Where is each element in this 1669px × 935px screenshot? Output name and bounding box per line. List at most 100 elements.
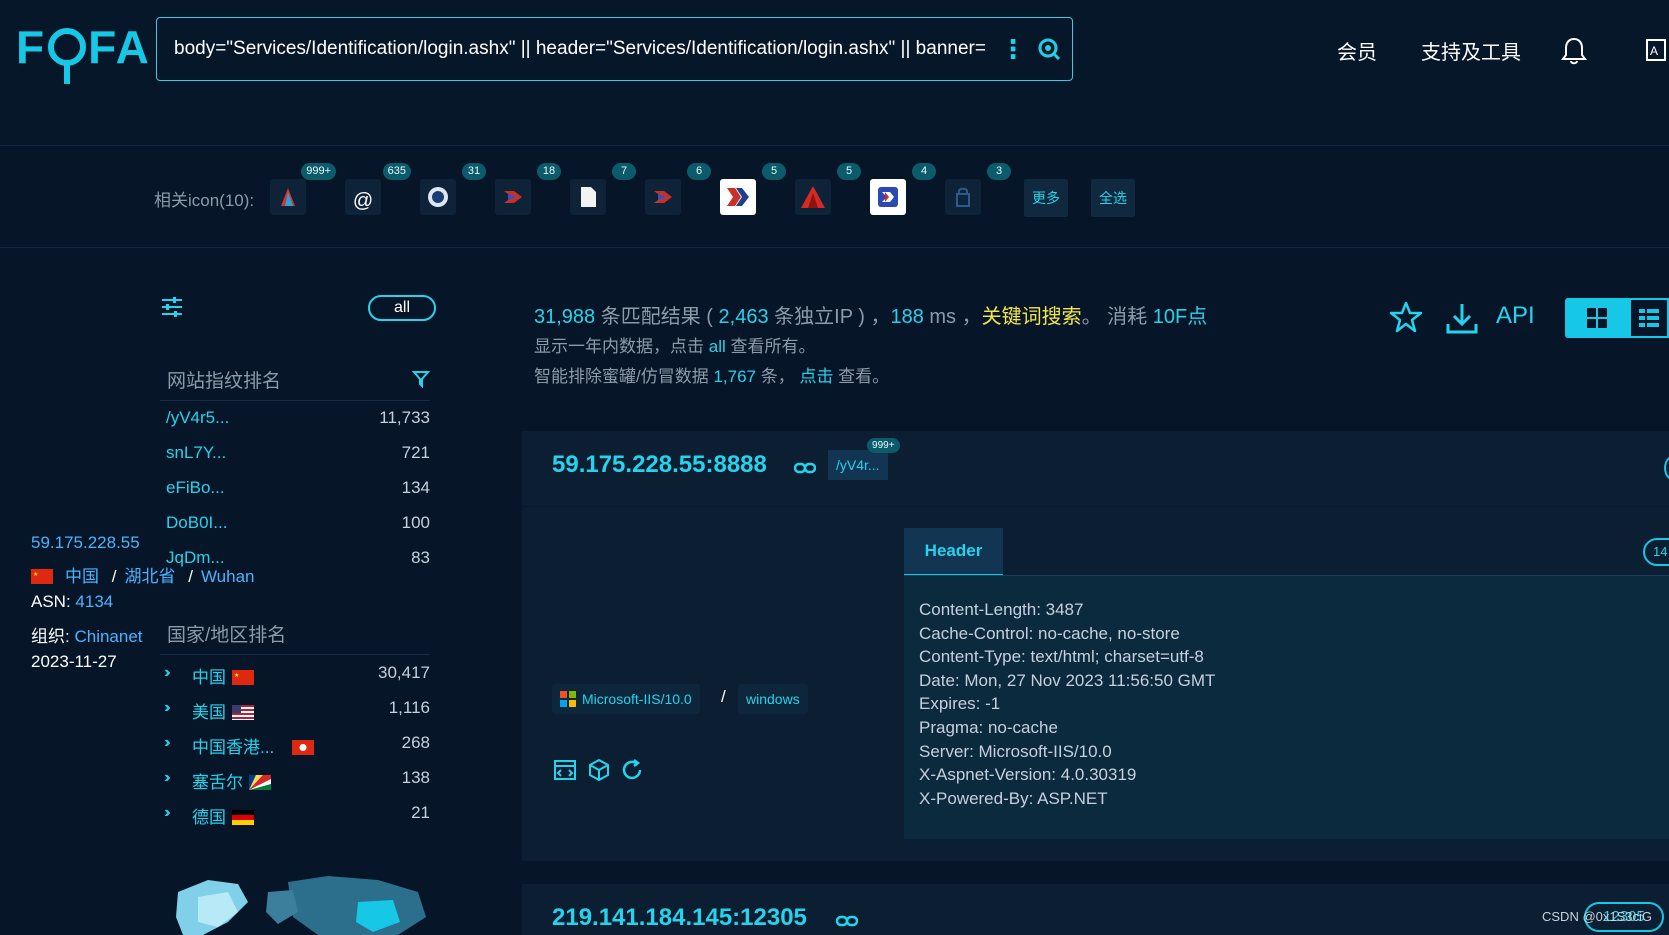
- favicon-count-badge: 635: [382, 163, 411, 180]
- seychelles-flag-icon: [249, 775, 271, 790]
- translate-icon[interactable]: A: [1645, 36, 1669, 64]
- fingerprint-row[interactable]: /yV4r5... 11,733: [160, 408, 430, 438]
- country-count: 138: [401, 768, 430, 787]
- honeypot-note: 智能排除蜜罐/仿冒数据 1,767 条， 点击 查看。: [534, 362, 889, 387]
- result-host-link[interactable]: 59.175.228.55:8888: [552, 451, 767, 479]
- server-chip[interactable]: Microsoft-IIS/10.0: [552, 684, 700, 714]
- country-row[interactable]: ›› 德国 21: [160, 803, 430, 833]
- note-mid: 条，: [756, 367, 800, 386]
- chip-separator: /: [721, 687, 726, 706]
- asn-link[interactable]: 4134: [75, 592, 113, 611]
- nav-tools[interactable]: 支持及工具: [1421, 36, 1521, 65]
- world-map[interactable]: [168, 862, 430, 935]
- header-line: X-Aspnet-Version: 4.0.30319: [919, 765, 1137, 785]
- bell-icon[interactable]: [1560, 36, 1590, 66]
- country-label: 美国: [192, 703, 226, 722]
- province-link[interactable]: 湖北省: [124, 567, 175, 586]
- list-view-button[interactable]: [1629, 298, 1669, 338]
- hongkong-flag-icon: [292, 740, 315, 755]
- city-link[interactable]: Wuhan: [201, 567, 255, 586]
- result-ip[interactable]: 59.175.228.55: [31, 533, 140, 553]
- select-all-button[interactable]: 全选: [1091, 179, 1135, 217]
- country-name[interactable]: 中国 ★: [192, 663, 254, 688]
- header-line: X-Powered-By: ASP.NET: [919, 788, 1108, 808]
- cube-icon[interactable]: [587, 758, 611, 782]
- grid-view-button[interactable]: [1565, 298, 1629, 338]
- favicon-3[interactable]: 31: [420, 163, 486, 215]
- favicon-9[interactable]: 4: [870, 163, 936, 215]
- favicon-4[interactable]: 18: [495, 163, 561, 215]
- asn-label: ASN:: [31, 592, 71, 611]
- favicon-6[interactable]: 6: [645, 163, 711, 215]
- result-asn: ASN: 4134: [31, 592, 113, 612]
- logo-letter-f: F: [16, 21, 47, 73]
- sliders-icon[interactable]: [160, 296, 184, 318]
- fingerprint-tag-label: /yV4r...: [836, 457, 880, 473]
- org-link[interactable]: Chinanet: [74, 627, 142, 646]
- favicon-count-badge: 5: [762, 163, 786, 180]
- country-row[interactable]: ›› 塞舌尔 138: [160, 768, 430, 798]
- favicon-1[interactable]: 999+: [270, 163, 336, 215]
- favicon-2[interactable]: @ 635: [345, 163, 411, 215]
- country-count: 268: [401, 733, 430, 752]
- http-header-panel: Content-Length: 3487 Cache-Control: no-c…: [904, 576, 1669, 839]
- favicon-7[interactable]: 5: [720, 163, 786, 215]
- tab-count-pill[interactable]: 14: [1643, 538, 1669, 566]
- more-options-icon[interactable]: ⋮: [1000, 36, 1026, 62]
- fingerprint-name[interactable]: /yV4r5...: [166, 408, 229, 428]
- country-count: 30,417: [378, 663, 430, 682]
- search-input[interactable]: body="Services/Identification/login.ashx…: [174, 38, 1000, 60]
- result-host-link[interactable]: 219.141.184.145:12305: [552, 904, 807, 932]
- api-button[interactable]: API: [1496, 302, 1535, 330]
- fingerprint-row[interactable]: snL7Y... 721: [160, 443, 430, 473]
- country-label: 中国: [192, 668, 226, 687]
- fingerprint-row[interactable]: DoB0I... 100: [160, 513, 430, 543]
- country-name[interactable]: 德国: [192, 803, 254, 828]
- fofa-logo[interactable]: F FA: [16, 21, 151, 84]
- fingerprint-name[interactable]: eFiBo...: [166, 478, 225, 498]
- more-icons-button[interactable]: 更多: [1024, 179, 1068, 217]
- fingerprint-count: 721: [401, 443, 430, 462]
- favicon-8[interactable]: 5: [795, 163, 861, 215]
- search-icon[interactable]: [1026, 26, 1072, 72]
- download-icon[interactable]: [1444, 300, 1480, 336]
- link-icon[interactable]: [794, 461, 816, 475]
- link-icon[interactable]: [836, 914, 858, 928]
- keyword-search-link[interactable]: 关键词搜索: [982, 306, 1082, 328]
- country-name[interactable]: 塞舌尔: [192, 768, 271, 793]
- refresh-icon[interactable]: [620, 758, 644, 782]
- country-row[interactable]: ›› 中国 ★ 30,417: [160, 663, 430, 693]
- code-icon[interactable]: [553, 758, 577, 782]
- country-link[interactable]: 中国: [65, 567, 99, 586]
- separator: /: [111, 567, 117, 586]
- all-toggle[interactable]: all: [368, 295, 436, 321]
- one-year-note: 显示一年内数据，点击 all 查看所有。: [534, 332, 815, 357]
- favicon-10[interactable]: 3: [945, 163, 1011, 215]
- os-chip[interactable]: windows: [738, 684, 808, 714]
- total-results: 31,988: [534, 306, 596, 328]
- country-name[interactable]: 中国香港...: [192, 733, 315, 758]
- fingerprint-count: 83: [411, 548, 430, 567]
- favicon-5[interactable]: 7: [570, 163, 636, 215]
- windows-logo-icon: [560, 691, 576, 707]
- nav-vip[interactable]: 会员: [1337, 36, 1377, 65]
- fingerprint-name[interactable]: DoB0I...: [166, 513, 227, 533]
- fingerprint-tag[interactable]: /yV4r... 999+: [828, 438, 900, 480]
- fingerprint-count: 11,733: [379, 408, 430, 427]
- result-org: 组织: Chinanet: [31, 622, 143, 647]
- country-name[interactable]: 美国: [192, 698, 254, 723]
- search-box[interactable]: body="Services/Identification/login.ashx…: [156, 17, 1073, 81]
- country-count: 21: [411, 803, 430, 822]
- all-link[interactable]: all: [709, 337, 726, 356]
- fingerprint-row[interactable]: eFiBo... 134: [160, 478, 430, 508]
- filter-icon[interactable]: [411, 370, 431, 389]
- fingerprint-name[interactable]: snL7Y...: [166, 443, 226, 463]
- ip-link[interactable]: 59.175.228.55: [31, 533, 140, 552]
- china-flag-icon: ★: [232, 670, 254, 685]
- star-icon[interactable]: [1389, 300, 1423, 334]
- related-icons-label: 相关icon(10):: [154, 191, 255, 210]
- click-link[interactable]: 点击: [799, 367, 833, 386]
- country-row[interactable]: ›› 中国香港... 268: [160, 733, 430, 763]
- country-row[interactable]: ›› 美国 1,116: [160, 698, 430, 728]
- tab-header[interactable]: Header: [904, 528, 1003, 576]
